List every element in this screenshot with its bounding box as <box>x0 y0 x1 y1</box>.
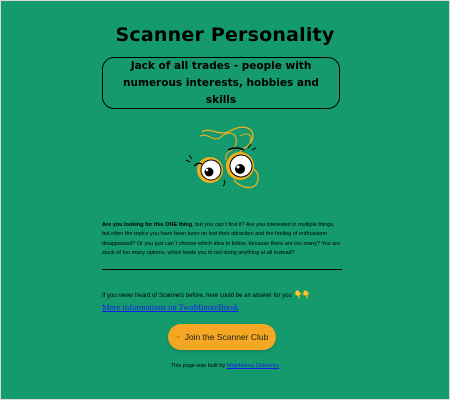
author-link[interactable]: Magdalena Zieliewicz <box>227 363 280 369</box>
footer: This page was built by Magdalena Zieliew… <box>0 363 450 369</box>
intro-paragraph: Are you looking for this ONE thing, but … <box>102 221 342 259</box>
pointing-down-icon: 👇👇 <box>293 290 311 299</box>
join-scanner-club-button[interactable]: ✦ Join the Scanner Club <box>168 324 276 350</box>
answer-line: If you never heard of Scanners before, h… <box>102 290 342 301</box>
more-info-link[interactable]: More informations on TwoMinuteBreak <box>102 302 238 312</box>
intro-thing: thing <box>177 222 193 228</box>
intro-one: ONE <box>165 222 178 228</box>
join-button-label: Join the Scanner Club <box>184 332 269 342</box>
answer-scanners: Scanners <box>158 293 185 299</box>
sparkle-icon: ✦ <box>175 334 181 341</box>
tagline-box: Jack of all trades - people with numerou… <box>102 57 340 109</box>
scanner-mascot-illustration <box>185 126 259 189</box>
section-divider <box>102 269 342 270</box>
footer-text: This page was built by <box>170 363 227 369</box>
answer-pre: If you never heard of <box>102 293 159 299</box>
intro-lead: Are you looking for this <box>102 222 166 228</box>
page-title: Scanner Personality <box>115 24 335 46</box>
answer-post: before, here could be an answer for you <box>184 293 294 299</box>
tagline-text: Jack of all trades - people with numerou… <box>123 59 319 106</box>
